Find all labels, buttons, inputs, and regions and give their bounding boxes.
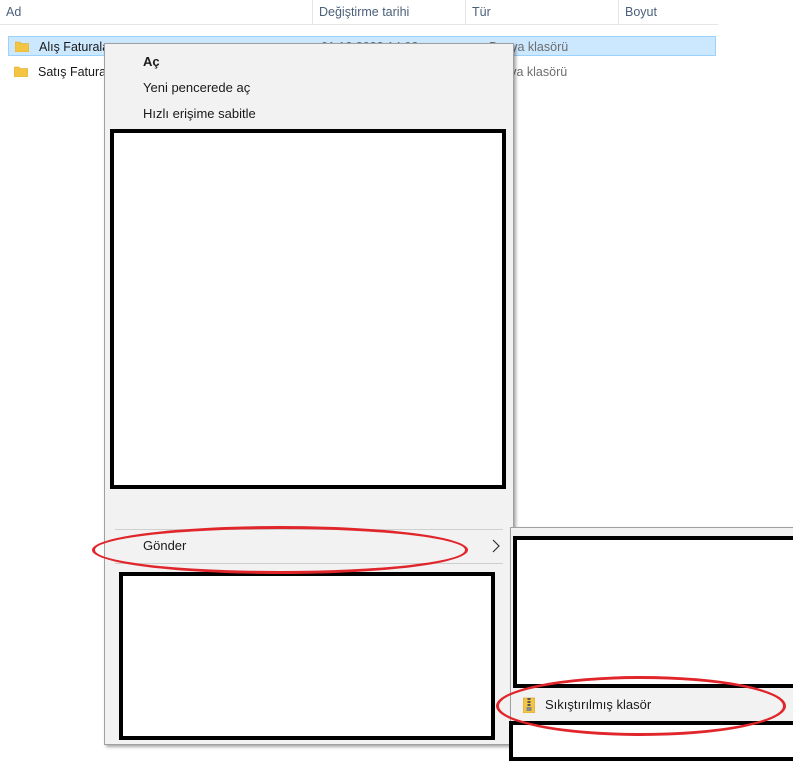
menu-item-open[interactable]: Aç [105,51,513,73]
redacted-area [110,129,506,489]
folder-icon [14,66,28,77]
redacted-area [513,536,793,688]
column-date[interactable]: Değiştirme tarihi [313,0,465,24]
menu-item-label: Hızlı erişime sabitle [143,106,256,121]
redacted-area [119,572,495,740]
context-menu: Aç Yeni pencerede aç Hızlı erişime sabit… [104,43,514,745]
column-name[interactable]: Ad [0,0,312,24]
column-header: Ad Değiştirme tarihi Tür Boyut [0,0,718,25]
column-type[interactable]: Tür [466,0,618,24]
chevron-right-icon [492,539,500,553]
column-size[interactable]: Boyut [619,0,718,24]
menu-item-pin-quick-access[interactable]: Hızlı erişime sabitle [105,103,513,125]
menu-item-label: Aç [143,54,160,69]
folder-icon [15,41,29,52]
highlight-ellipse [92,526,468,574]
menu-item-label: Yeni pencerede aç [143,80,251,95]
menu-item-open-new-window[interactable]: Yeni pencerede aç [105,77,513,99]
highlight-ellipse [496,676,786,736]
